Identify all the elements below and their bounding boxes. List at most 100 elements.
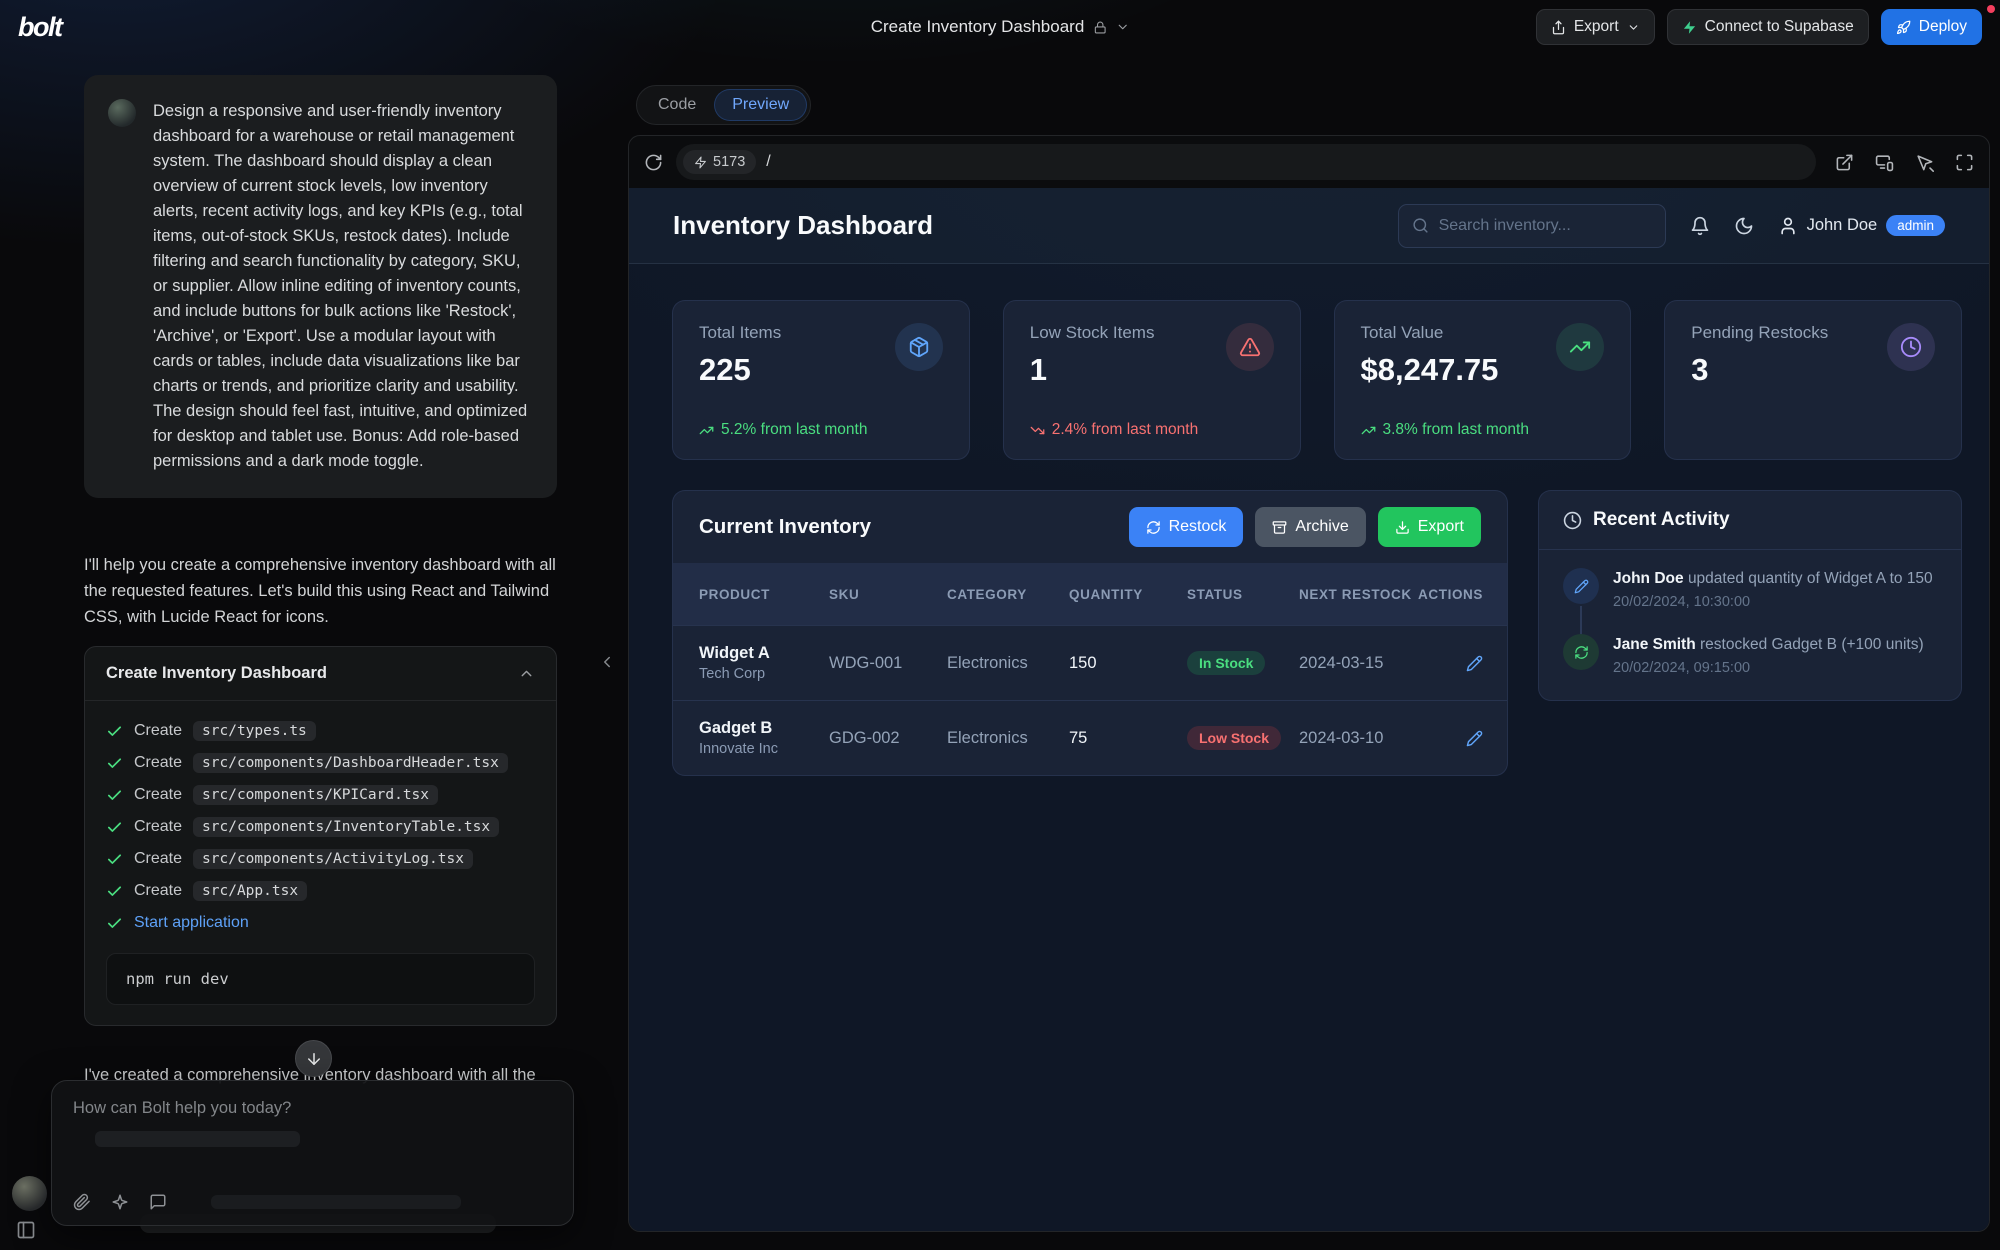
scroll-to-bottom-button[interactable] [295, 1040, 332, 1077]
recent-activity-card: Recent Activity John Doe updated [1538, 490, 1962, 701]
kpi-card-pending-restocks: Pending Restocks 3 [1664, 300, 1962, 460]
role-badge: admin [1886, 215, 1945, 236]
collapse-chat-button[interactable] [594, 642, 620, 682]
inventory-table-card: Current Inventory Restock Archive [672, 490, 1508, 776]
kpi-card-low-stock: Low Stock Items 1 2.4% from last month [1003, 300, 1301, 460]
status-badge: In Stock [1187, 651, 1265, 675]
package-icon [895, 323, 943, 371]
check-icon [106, 723, 123, 740]
user-message-text: Design a responsive and user-friendly in… [153, 99, 533, 474]
external-link-icon[interactable] [1835, 153, 1854, 172]
inventory-title: Current Inventory [699, 515, 871, 539]
connect-supabase-label: Connect to Supabase [1705, 18, 1854, 36]
panel-left-icon[interactable] [16, 1220, 36, 1240]
step-file[interactable]: src/components/InventoryTable.tsx [193, 817, 499, 837]
step-action: Create [134, 786, 182, 804]
supabase-bolt-icon [1682, 20, 1697, 35]
artifact-step: Create src/components/DashboardHeader.ts… [106, 747, 535, 779]
deploy-button[interactable]: Deploy [1881, 9, 1982, 45]
fullscreen-icon[interactable] [1955, 153, 1974, 172]
refresh-icon [1146, 520, 1161, 535]
table-row[interactable]: Widget A Tech Corp WDG-001 Electronics 1… [673, 625, 1507, 700]
export-button[interactable]: Export [1536, 9, 1655, 45]
column-header: NEXT RESTOCK [1299, 586, 1417, 603]
activity-timestamp: 20/02/2024, 10:30:00 [1613, 594, 1933, 610]
port-chip[interactable]: 5173 [683, 150, 756, 174]
activity-item: John Doe updated quantity of Widget A to… [1563, 568, 1937, 610]
content-row: Current Inventory Restock Archive [672, 490, 1962, 776]
port-lightning-icon [694, 156, 707, 169]
kpi-change-text: 2.4% from last month [1052, 421, 1198, 439]
restock-button[interactable]: Restock [1129, 507, 1244, 547]
edit-icon[interactable] [1466, 730, 1483, 747]
reload-icon[interactable] [644, 153, 663, 172]
search-input[interactable] [1439, 217, 1652, 235]
check-icon [106, 883, 123, 900]
artifact-header[interactable]: Create Inventory Dashboard [85, 647, 556, 701]
edit-icon[interactable] [1466, 655, 1483, 672]
step-file[interactable]: src/types.ts [193, 721, 316, 741]
step-file[interactable]: src/components/ActivityLog.tsx [193, 849, 473, 869]
step-file[interactable]: src/components/DashboardHeader.tsx [193, 753, 508, 773]
step-file[interactable]: src/components/KPICard.tsx [193, 785, 438, 805]
devices-icon[interactable] [1875, 153, 1894, 172]
chevron-up-icon[interactable] [518, 665, 535, 682]
kpi-label: Total Value [1361, 323, 1499, 343]
archive-button[interactable]: Archive [1255, 507, 1365, 547]
address-bar[interactable]: 5173 / [676, 144, 1816, 180]
step-action: Create [134, 850, 182, 868]
start-application-link[interactable]: Start application [134, 914, 249, 932]
product-quantity: 75 [1069, 729, 1187, 748]
screen: bolt Create Inventory Dashboard Export C… [0, 0, 2000, 1250]
check-icon [106, 915, 123, 932]
artifact-step: Create src/components/ActivityLog.tsx [106, 843, 535, 875]
step-action: Create [134, 754, 182, 772]
project-title: Create Inventory Dashboard [871, 17, 1085, 37]
restock-button-label: Restock [1169, 518, 1227, 536]
view-tabs: Code Preview [636, 85, 811, 125]
column-header: CATEGORY [947, 586, 1069, 603]
chevron-down-icon[interactable] [1115, 20, 1129, 34]
bell-icon[interactable] [1690, 216, 1710, 236]
project-title-group[interactable]: Create Inventory Dashboard [871, 0, 1130, 54]
table-row[interactable]: Gadget B Innovate Inc GDG-002 Electronic… [673, 700, 1507, 775]
chat-input[interactable] [73, 1099, 552, 1118]
edit-icon [1563, 568, 1599, 604]
connect-supabase-button[interactable]: Connect to Supabase [1667, 9, 1869, 45]
main-body: Design a responsive and user-friendly in… [0, 54, 2000, 1250]
kpi-value: 1 [1030, 352, 1155, 388]
export-table-button[interactable]: Export [1378, 507, 1481, 547]
export-icon [1551, 20, 1566, 35]
search-box [1398, 204, 1666, 248]
artifact-step: Create src/components/InventoryTable.tsx [106, 811, 535, 843]
chat-icon[interactable] [149, 1193, 167, 1211]
sparkles-icon[interactable] [111, 1193, 129, 1211]
bolt-logo[interactable]: bolt [18, 12, 61, 43]
artifact-step: Create src/types.ts [106, 715, 535, 747]
inspector-icon[interactable] [1915, 153, 1934, 172]
column-header: STATUS [1187, 586, 1299, 603]
product-restock-date: 2024-03-10 [1299, 729, 1417, 748]
account-avatar[interactable] [12, 1176, 47, 1211]
activity-item: Jane Smith restocked Gadget B (+100 unit… [1563, 634, 1937, 676]
kpi-value: $8,247.75 [1361, 352, 1499, 388]
column-header: QUANTITY [1069, 586, 1187, 603]
step-file[interactable]: src/App.tsx [193, 881, 307, 901]
product-name: Gadget B [699, 719, 829, 738]
kpi-label: Low Stock Items [1030, 323, 1155, 343]
tab-code[interactable]: Code [640, 89, 714, 121]
user-menu[interactable]: John Doe admin [1778, 215, 1945, 236]
step-action: Create [134, 882, 182, 900]
moon-icon[interactable] [1734, 216, 1754, 236]
activity-actor: John Doe [1613, 570, 1684, 587]
kpi-card-total-items: Total Items 225 5.2% from last month [672, 300, 970, 460]
product-restock-date: 2024-03-15 [1299, 654, 1417, 673]
paperclip-icon[interactable] [73, 1193, 91, 1211]
tab-preview[interactable]: Preview [714, 89, 807, 121]
activity-action: restocked Gadget B (+100 units) [1700, 636, 1924, 653]
deploy-button-label: Deploy [1919, 18, 1967, 36]
kpi-card-total-value: Total Value $8,247.75 3.8% from last mon… [1334, 300, 1632, 460]
user-name: John Doe [1807, 216, 1878, 235]
kpi-row: Total Items 225 5.2% from last month [672, 300, 1962, 460]
preview-browser-frame: 5173 / Inventory Dashboard [628, 135, 1990, 1232]
